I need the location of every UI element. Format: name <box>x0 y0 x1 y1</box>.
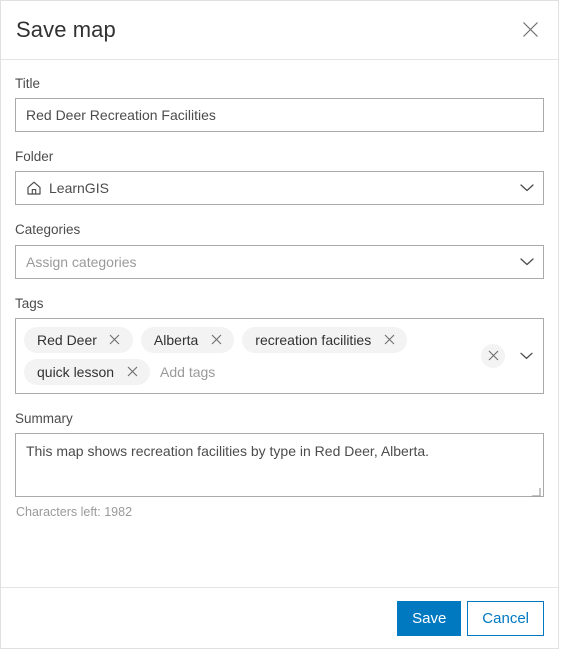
title-label: Title <box>15 76 41 91</box>
dialog-body: Title Folder LearnGIS <box>1 60 558 587</box>
save-map-dialog: Save map Title Folder <box>0 0 559 649</box>
field-tags: Tags Red Deer Alberta recreation facilit… <box>15 296 544 394</box>
summary-textarea[interactable] <box>15 432 544 497</box>
tags-label: Tags <box>15 295 44 311</box>
chevron-down-icon <box>520 184 534 193</box>
field-summary: Summary Characters left: 1982 <box>15 411 544 519</box>
categories-placeholder: Assign categories <box>26 253 137 270</box>
tag-pill[interactable]: quick lesson <box>24 358 151 385</box>
tag-remove-icon[interactable] <box>106 331 124 349</box>
dialog-footer: Save Cancel <box>1 587 558 648</box>
dialog-header: Save map <box>1 1 558 60</box>
field-title: Title <box>15 76 544 133</box>
categories-label: Categories <box>15 222 81 238</box>
folder-value: LearnGIS <box>49 180 109 197</box>
folder-label: Folder <box>15 149 54 165</box>
chevron-down-icon <box>520 257 534 266</box>
tags-add-input[interactable] <box>158 358 273 385</box>
tag-label: Red Deer <box>37 331 97 348</box>
home-icon <box>26 180 42 196</box>
categories-select[interactable]: Assign categories <box>15 244 544 279</box>
page-title: Save map <box>16 17 116 42</box>
summary-label: Summary <box>15 410 73 426</box>
save-button[interactable]: Save <box>397 600 462 636</box>
tags-input-container[interactable]: Red Deer Alberta recreation facilities q… <box>15 317 544 394</box>
summary-box <box>15 432 544 497</box>
tag-label: quick lesson <box>37 363 115 380</box>
title-input[interactable] <box>15 98 544 133</box>
cancel-button[interactable]: Cancel <box>467 600 544 636</box>
tag-label: Alberta <box>153 331 199 348</box>
tag-remove-icon[interactable] <box>207 331 225 349</box>
tag-pill[interactable]: Red Deer <box>24 326 133 353</box>
tag-remove-icon[interactable] <box>123 363 141 381</box>
tag-label: recreation facilities <box>255 331 372 348</box>
chevron-down-icon[interactable] <box>520 352 533 360</box>
tag-pill[interactable]: recreation facilities <box>242 326 408 353</box>
close-button[interactable] <box>514 13 546 45</box>
close-icon <box>522 21 539 38</box>
tags-clear-button[interactable] <box>481 343 505 368</box>
field-categories: Categories Assign categories <box>15 222 544 279</box>
characters-left-text: Characters left: 1982 <box>16 504 133 519</box>
tag-remove-icon[interactable] <box>380 331 398 349</box>
field-folder: Folder LearnGIS <box>15 149 544 206</box>
tag-pill[interactable]: Alberta <box>140 326 235 353</box>
folder-select[interactable]: LearnGIS <box>15 171 544 206</box>
